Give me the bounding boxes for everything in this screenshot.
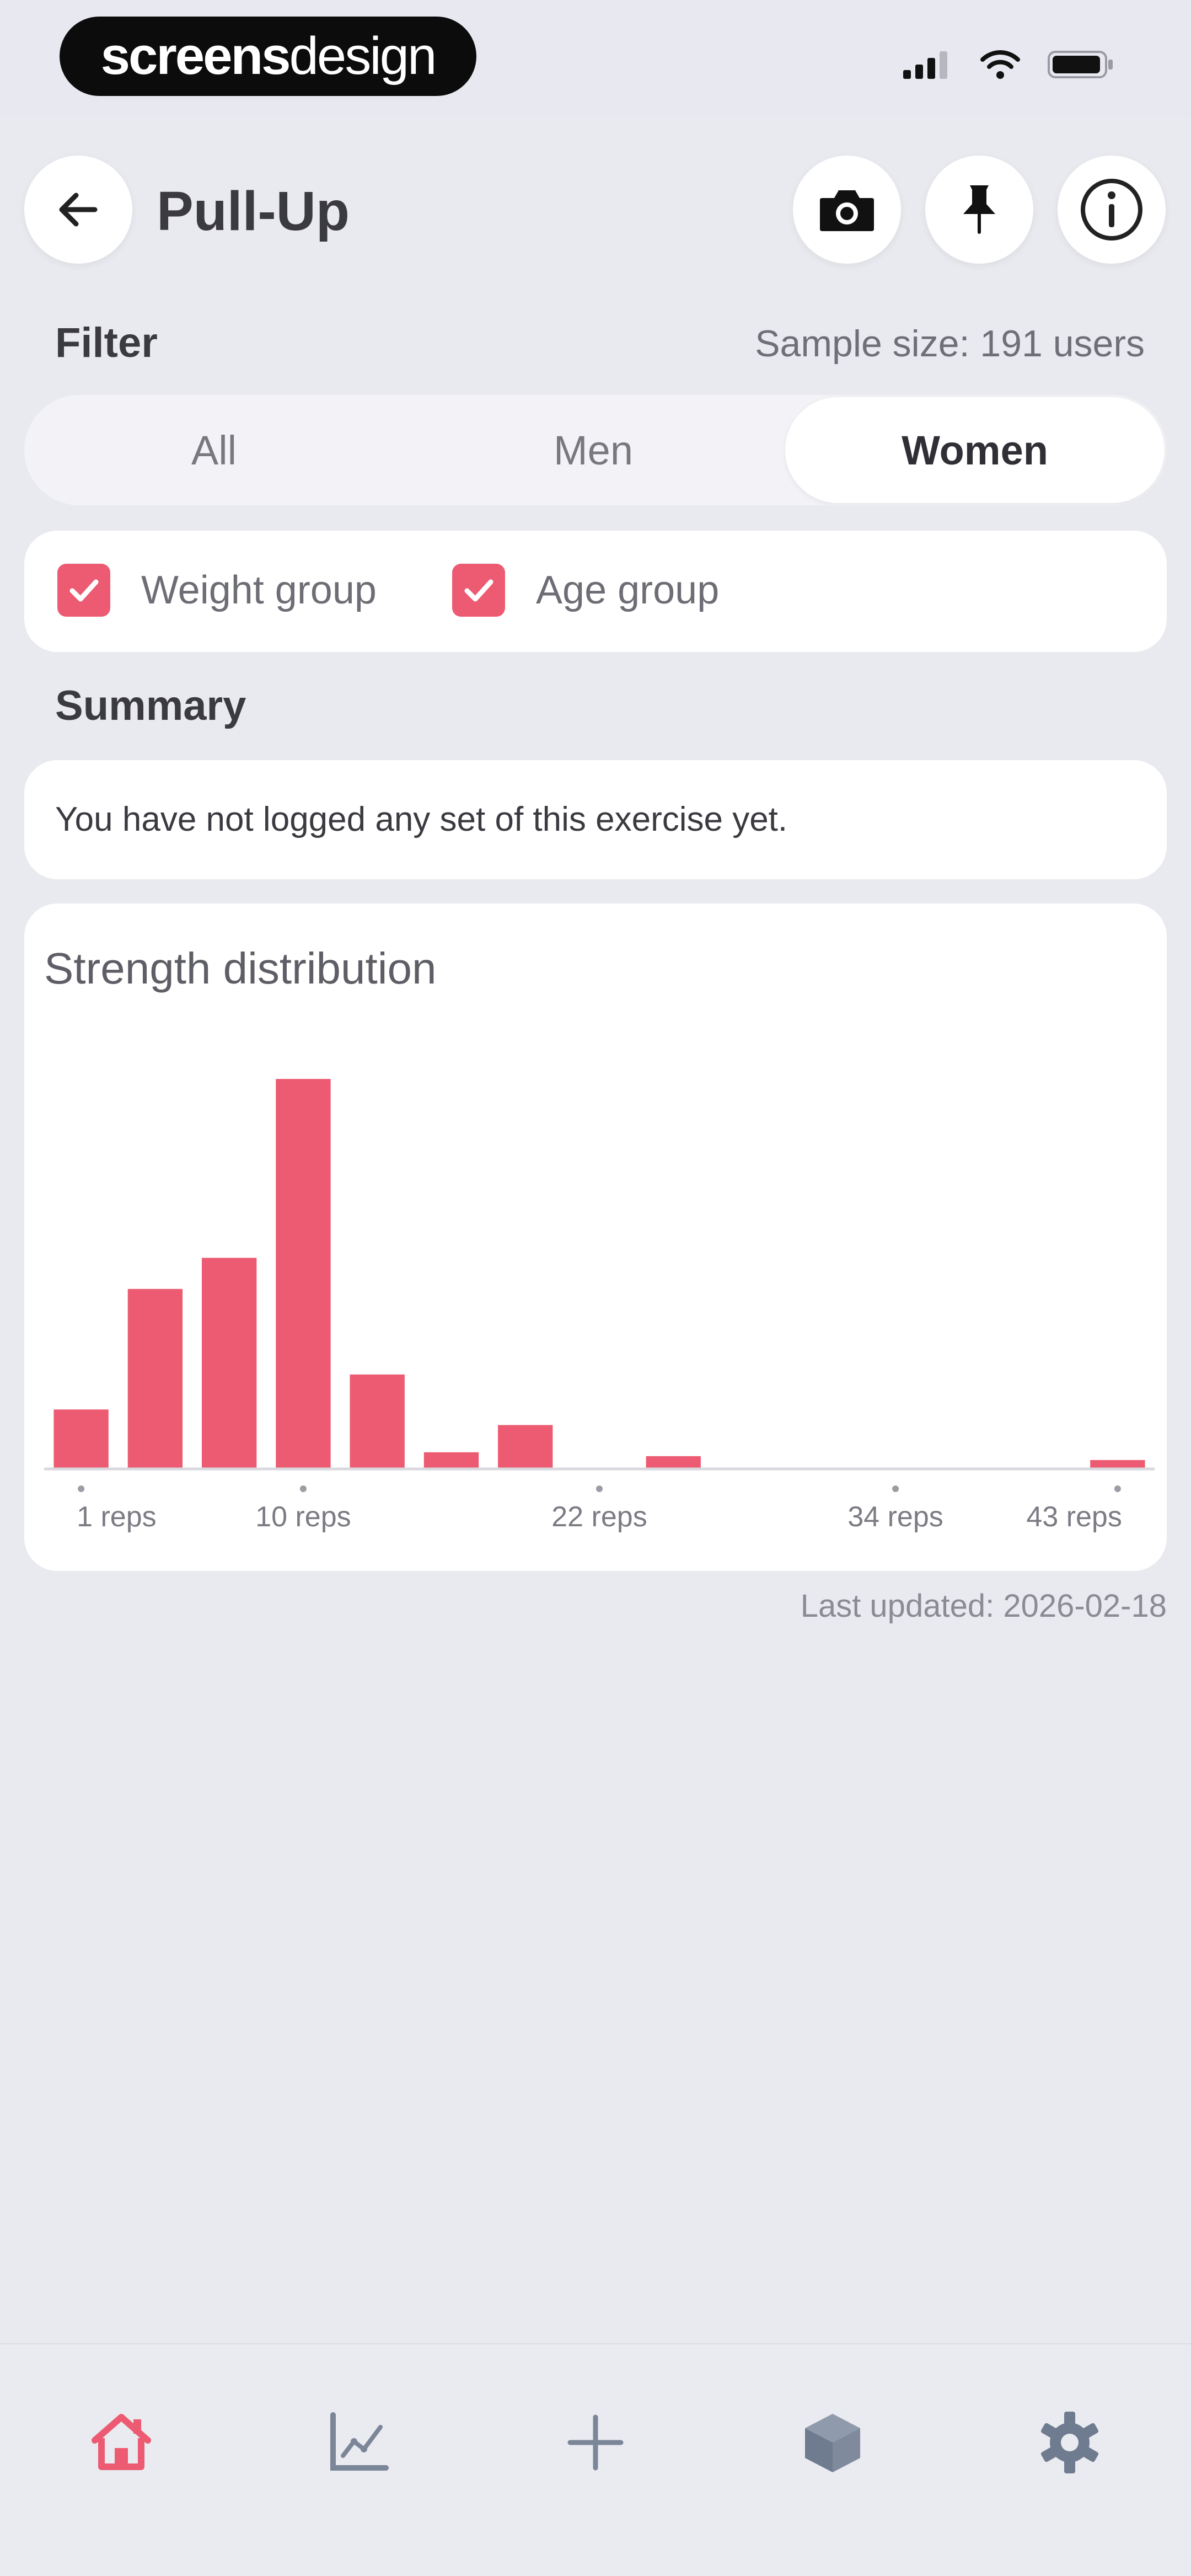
chart-bar bbox=[127, 1289, 183, 1468]
x-tick-mark bbox=[1114, 1485, 1121, 1492]
camera-icon bbox=[820, 190, 874, 231]
chart-bars bbox=[53, 1079, 1145, 1468]
age-group-checkbox[interactable] bbox=[452, 564, 505, 617]
x-tick-label: 1 reps bbox=[77, 1501, 157, 1533]
gender-segmented-control: All Men Women bbox=[24, 395, 1167, 505]
settings-gear-icon bbox=[1040, 2412, 1099, 2473]
chart-bar bbox=[201, 1258, 257, 1468]
filter-options-card: Weight group Age group bbox=[24, 531, 1167, 652]
checkmark-icon bbox=[69, 579, 99, 602]
bottom-navigation bbox=[0, 2343, 1191, 2576]
cellular-signal-icon bbox=[903, 51, 947, 79]
brand-part-2: design bbox=[289, 26, 437, 85]
x-tick-label: 34 reps bbox=[847, 1501, 943, 1533]
chart-bar bbox=[498, 1425, 553, 1468]
segment-all[interactable]: All bbox=[24, 395, 404, 505]
chart-bar bbox=[646, 1456, 701, 1468]
nav-home[interactable] bbox=[50, 2371, 193, 2514]
back-button[interactable] bbox=[24, 156, 132, 264]
page-title: Pull-Up bbox=[157, 180, 350, 242]
summary-card: You have not logged any set of this exer… bbox=[24, 760, 1167, 879]
system-icons bbox=[903, 50, 1114, 79]
battery-icon bbox=[1048, 51, 1113, 78]
chart-bar bbox=[276, 1079, 331, 1468]
sample-size-text: Sample size: 191 users bbox=[755, 323, 1145, 365]
filter-label: Filter bbox=[55, 319, 158, 366]
checkmark-icon bbox=[464, 579, 493, 602]
summary-label: Summary bbox=[55, 682, 246, 729]
x-tick-label: 10 reps bbox=[255, 1501, 351, 1533]
weight-group-option[interactable]: Weight group bbox=[57, 564, 377, 617]
info-button[interactable] bbox=[1058, 156, 1166, 264]
chart-bar bbox=[423, 1452, 479, 1468]
arrow-left-icon bbox=[59, 193, 98, 227]
segment-men[interactable]: Men bbox=[404, 395, 783, 505]
x-tick-label: 22 reps bbox=[551, 1501, 647, 1533]
age-group-label: Age group bbox=[536, 568, 720, 612]
brand-part-1: screens bbox=[100, 26, 291, 85]
info-icon bbox=[1081, 179, 1142, 241]
segment-women[interactable]: Women bbox=[785, 397, 1165, 503]
last-updated-text: Last updated: 2026-02-18 bbox=[800, 1588, 1167, 1624]
weight-group-checkbox[interactable] bbox=[57, 564, 110, 617]
nav-library[interactable] bbox=[761, 2371, 904, 2514]
chart-bar bbox=[350, 1374, 405, 1468]
stats-chart-icon bbox=[330, 2412, 389, 2471]
x-tick-mark bbox=[78, 1485, 85, 1492]
x-tick-mark bbox=[596, 1485, 603, 1492]
x-tick-mark bbox=[299, 1485, 307, 1492]
pin-button[interactable] bbox=[925, 156, 1033, 264]
chart-bar bbox=[1090, 1460, 1145, 1468]
screen-header: Pull-Up bbox=[0, 143, 1191, 276]
nav-statistics[interactable] bbox=[287, 2371, 430, 2514]
nav-add[interactable] bbox=[524, 2371, 667, 2514]
status-bar: screens design bbox=[0, 0, 1191, 116]
chart-bar bbox=[53, 1409, 109, 1468]
x-tick-label: 43 reps bbox=[1026, 1501, 1122, 1533]
library-cube-icon bbox=[805, 2414, 860, 2472]
age-group-option[interactable]: Age group bbox=[452, 564, 719, 617]
nav-settings[interactable] bbox=[998, 2371, 1141, 2514]
add-icon bbox=[567, 2414, 624, 2471]
pin-icon bbox=[963, 185, 995, 234]
x-tick-mark bbox=[892, 1485, 899, 1492]
brand-watermark: screens design bbox=[60, 17, 476, 96]
home-icon bbox=[92, 2414, 151, 2470]
weight-group-label: Weight group bbox=[141, 568, 377, 612]
strength-distribution-chart: 1 reps 10 reps 22 reps 34 reps 43 reps bbox=[44, 1079, 1155, 1533]
chart-ticks: 1 reps 10 reps 22 reps 34 reps 43 reps bbox=[77, 1485, 1122, 1533]
camera-button[interactable] bbox=[793, 156, 901, 264]
strength-distribution-card: Strength distribution 1 reps 10 reps 22 re… bbox=[24, 904, 1167, 1571]
wifi-icon bbox=[980, 50, 1020, 79]
summary-text: You have not logged any set of this exer… bbox=[55, 800, 788, 838]
